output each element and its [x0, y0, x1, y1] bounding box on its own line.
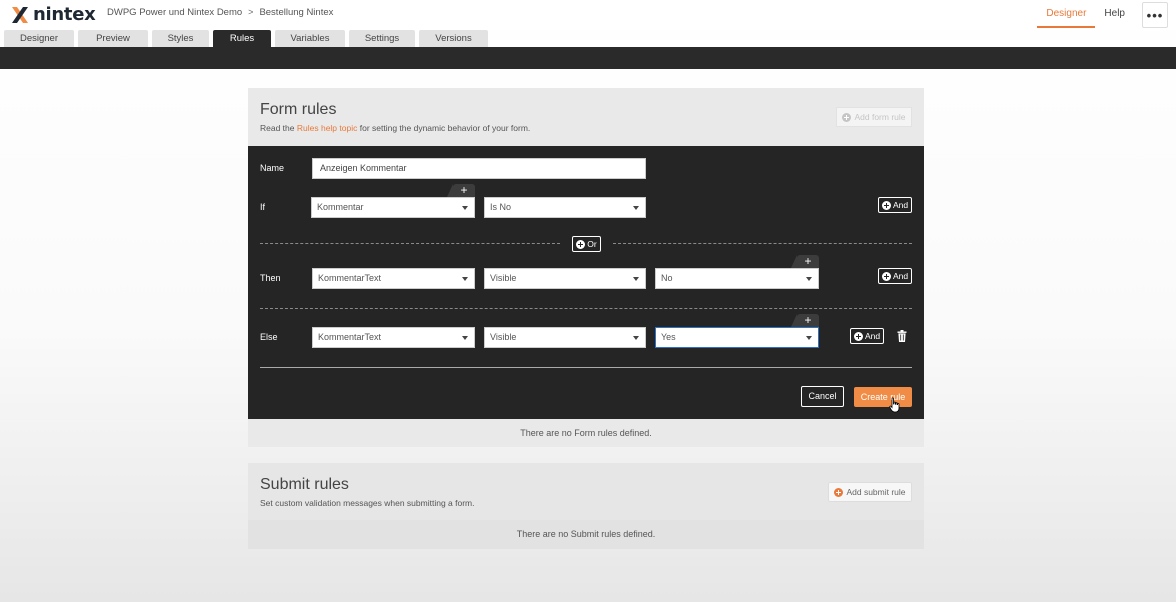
then-label: Then [260, 273, 281, 283]
cancel-button[interactable]: Cancel [801, 386, 844, 407]
or-divider-right [613, 243, 912, 244]
add-action-tab[interactable]: + [791, 255, 819, 268]
else-field-value: KommentarText [318, 332, 382, 342]
nav-designer[interactable]: Designer [1037, 2, 1096, 28]
then-field-select[interactable]: KommentarText [312, 268, 475, 289]
add-form-rule-label: Add form rule [854, 112, 906, 122]
chevron-down-icon [633, 336, 639, 340]
chevron-down-icon [633, 277, 639, 281]
submit-rules-panel: Submit rules Set custom validation messa… [248, 463, 924, 520]
submit-rules-description: Set custom validation messages when subm… [260, 498, 475, 508]
and-label: And [893, 271, 909, 281]
designer-tabs: Designer Preview Styles Rules Variables … [0, 30, 1176, 47]
add-submit-rule-label: Add submit rule [846, 487, 906, 497]
plus-circle-icon [834, 487, 844, 497]
form-rules-empty-message: There are no Form rules defined. [248, 419, 924, 447]
or-button[interactable]: Or [572, 236, 601, 252]
else-value: Yes [661, 332, 676, 342]
and-label: And [893, 200, 909, 210]
chevron-down-icon [462, 277, 468, 281]
trash-icon[interactable] [897, 330, 907, 342]
tab-designer[interactable]: Designer [4, 30, 74, 47]
form-rules-title: Form rules [260, 101, 337, 118]
if-field-select[interactable]: Kommentar [311, 197, 475, 218]
then-action-select[interactable]: Visible [484, 268, 646, 289]
chevron-down-icon [806, 336, 812, 340]
rules-help-link[interactable]: Rules help topic [297, 123, 357, 133]
add-else-action-tab[interactable]: + [791, 314, 819, 327]
name-label: Name [260, 163, 285, 173]
rule-editor: Name Anzeigen Kommentar If + Kommentar I… [248, 146, 924, 419]
top-nav: Designer Help ••• [1037, 0, 1176, 30]
form-rules-panel: Form rules Read the Rules help topic for… [248, 88, 924, 146]
if-field-value: Kommentar [317, 202, 364, 212]
hand-cursor-icon [889, 397, 901, 413]
tab-variables[interactable]: Variables [275, 30, 345, 47]
if-operator-select[interactable]: Is No [484, 197, 646, 218]
else-field-select[interactable]: KommentarText [312, 327, 475, 348]
create-rule-button[interactable]: Create rule [854, 387, 912, 407]
form-rules-description: Read the Rules help topic for setting th… [260, 123, 530, 133]
or-label: Or [587, 239, 597, 249]
then-and-button[interactable]: And [878, 268, 913, 284]
chevron-down-icon [633, 206, 639, 210]
then-field-value: KommentarText [318, 273, 382, 283]
more-menu-button[interactable]: ••• [1142, 2, 1168, 28]
plus-circle-icon [842, 112, 852, 122]
top-bar: nintex DWPG Power und Nintex Demo > Best… [0, 0, 1176, 30]
then-action-value: Visible [490, 273, 517, 283]
rule-name-input[interactable]: Anzeigen Kommentar [312, 158, 646, 179]
breadcrumb-separator: > [248, 7, 254, 17]
chevron-down-icon [806, 277, 812, 281]
editor-divider [260, 367, 912, 368]
tab-rules[interactable]: Rules [213, 30, 271, 47]
plus-circle-icon [576, 239, 586, 249]
or-divider-left [260, 243, 560, 244]
else-action-select[interactable]: Visible [484, 327, 646, 348]
then-value: No [661, 273, 673, 283]
submit-rules-empty-message: There are no Submit rules defined. [248, 520, 924, 549]
description-prefix: Read the [260, 123, 295, 133]
else-divider [260, 308, 912, 309]
then-value-select[interactable]: No [655, 268, 819, 289]
add-form-rule-button[interactable]: Add form rule [836, 107, 912, 127]
plus-circle-icon [882, 271, 891, 281]
tab-versions[interactable]: Versions [419, 30, 488, 47]
tab-settings[interactable]: Settings [349, 30, 415, 47]
breadcrumb: DWPG Power und Nintex Demo > Bestellung … [107, 7, 333, 18]
if-operator-value: Is No [490, 202, 512, 212]
else-and-button[interactable]: And [850, 328, 885, 344]
nintex-x-icon [10, 5, 30, 25]
submit-rules-title: Submit rules [260, 476, 349, 493]
tab-preview[interactable]: Preview [78, 30, 148, 47]
chevron-down-icon [462, 206, 468, 210]
breadcrumb-item-form[interactable]: Bestellung Nintex [259, 7, 333, 18]
nintex-logo[interactable]: nintex [10, 4, 96, 25]
and-label: And [865, 331, 881, 341]
tab-styles[interactable]: Styles [152, 30, 209, 47]
plus-circle-icon [854, 331, 863, 341]
if-label: If [260, 202, 266, 212]
add-condition-tab[interactable]: + [447, 184, 475, 197]
toolbar-strip [0, 47, 1176, 69]
description-suffix: for setting the dynamic behavior of your… [359, 123, 531, 133]
else-label: Else [260, 332, 278, 342]
else-value-select[interactable]: Yes [655, 327, 819, 348]
chevron-down-icon [462, 336, 468, 340]
nav-help[interactable]: Help [1095, 2, 1134, 28]
logo-text: nintex [33, 4, 96, 25]
else-action-value: Visible [490, 332, 517, 342]
add-submit-rule-button[interactable]: Add submit rule [828, 482, 912, 502]
if-and-button[interactable]: And [878, 197, 913, 213]
plus-circle-icon [882, 200, 891, 210]
breadcrumb-item-site[interactable]: DWPG Power und Nintex Demo [107, 7, 242, 18]
